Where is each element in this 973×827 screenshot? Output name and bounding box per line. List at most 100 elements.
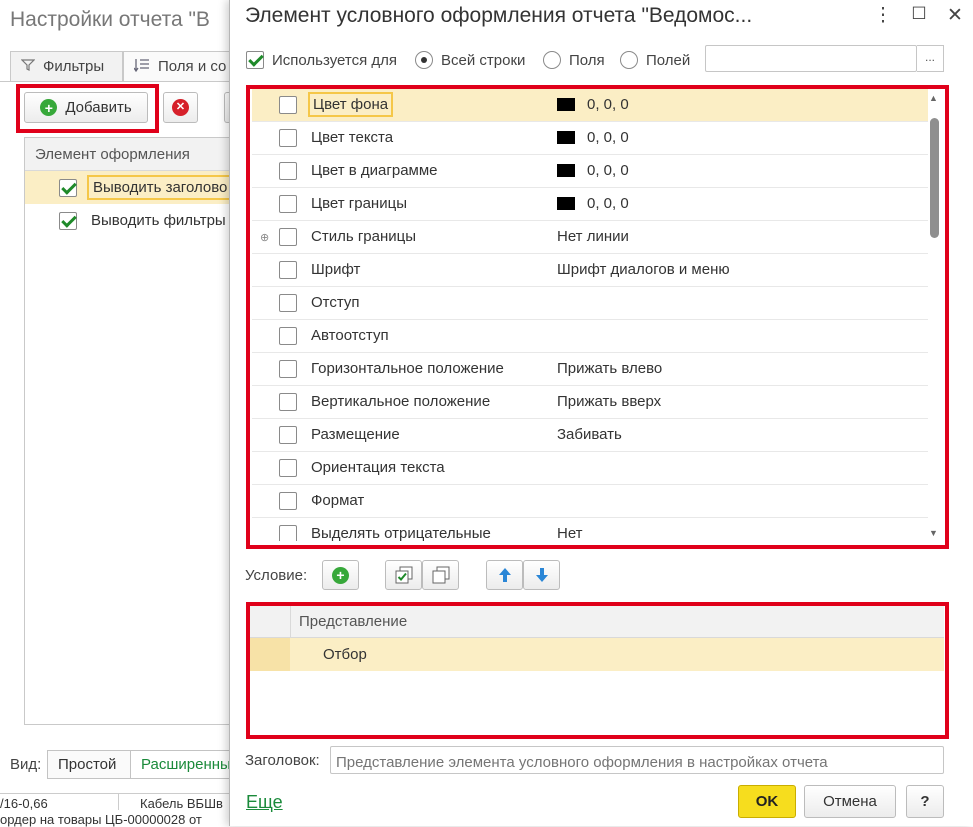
property-value[interactable]: 0, 0, 0 bbox=[557, 129, 629, 146]
add-condition-button[interactable]: + bbox=[322, 560, 359, 590]
more-vert-icon[interactable]: ⋮ bbox=[871, 4, 895, 27]
property-value[interactable]: Прижать влево bbox=[557, 360, 662, 377]
condition-row-text: Отбор bbox=[323, 646, 367, 663]
scope-all-rows[interactable]: Всей строки bbox=[415, 51, 525, 69]
property-value[interactable]: 0, 0, 0 bbox=[557, 162, 629, 179]
property-value[interactable]: Шрифт диалогов и меню bbox=[557, 261, 730, 278]
property-row-auto-indent[interactable]: Автоотступ bbox=[252, 320, 928, 353]
expand-plus-icon[interactable]: ⊕ bbox=[260, 231, 269, 244]
row-checkbox[interactable] bbox=[59, 178, 77, 197]
arrow-down-icon bbox=[535, 568, 548, 582]
row-checkbox[interactable] bbox=[59, 211, 77, 230]
property-checkbox[interactable] bbox=[279, 294, 297, 312]
scroll-up-icon[interactable]: ▲ bbox=[929, 93, 938, 103]
scope-field[interactable]: Поля bbox=[543, 51, 605, 69]
cancel-button[interactable]: Отмена bbox=[804, 785, 896, 818]
property-checkbox[interactable] bbox=[279, 492, 297, 510]
maximize-icon[interactable]: ☐ bbox=[907, 4, 931, 24]
property-name: Вертикальное положение bbox=[311, 393, 491, 410]
property-row-text-orientation[interactable]: Ориентация текста bbox=[252, 452, 928, 485]
property-row-font[interactable]: Шрифт Шрифт диалогов и меню bbox=[252, 254, 928, 287]
property-row-highlight-negative[interactable]: Выделять отрицательные Нет bbox=[252, 518, 928, 541]
property-value[interactable]: Нет bbox=[557, 525, 583, 541]
scope-fields[interactable]: Полей bbox=[620, 51, 690, 69]
properties-list[interactable]: Цвет фона 0, 0, 0 Цвет текста 0, 0, 0 Цв… bbox=[252, 89, 942, 541]
scope-fields-radio[interactable] bbox=[620, 51, 638, 69]
property-value[interactable]: 0, 0, 0 bbox=[557, 195, 629, 212]
property-row-background-color[interactable]: Цвет фона 0, 0, 0 bbox=[252, 89, 928, 122]
uncheck-all-button[interactable] bbox=[422, 560, 459, 590]
fields-input[interactable] bbox=[705, 45, 917, 72]
scope-all-rows-radio[interactable] bbox=[415, 51, 433, 69]
design-elements-header: Элемент оформления bbox=[25, 138, 243, 171]
property-checkbox[interactable] bbox=[279, 129, 297, 147]
table-row[interactable]: Отбор bbox=[250, 638, 944, 671]
scope-fields-label: Полей bbox=[646, 51, 691, 69]
close-icon[interactable]: ✕ bbox=[943, 4, 967, 27]
property-checkbox[interactable] bbox=[279, 525, 297, 541]
property-checkbox[interactable] bbox=[279, 393, 297, 411]
property-row-chart-color[interactable]: Цвет в диаграмме 0, 0, 0 bbox=[252, 155, 928, 188]
delete-button[interactable]: ✕ bbox=[163, 92, 198, 123]
property-name: Формат bbox=[311, 492, 365, 509]
help-button[interactable]: ? bbox=[906, 785, 944, 818]
column-header-representation[interactable]: Представление bbox=[290, 606, 407, 638]
ok-button[interactable]: OK bbox=[738, 785, 796, 818]
used-for-check[interactable] bbox=[246, 51, 264, 69]
move-down-button[interactable] bbox=[523, 560, 560, 590]
view-simple-button[interactable]: Простой bbox=[47, 750, 131, 779]
property-row-border-color[interactable]: Цвет границы 0, 0, 0 bbox=[252, 188, 928, 221]
property-checkbox[interactable] bbox=[279, 162, 297, 180]
table-row[interactable]: Выводить заголово bbox=[25, 171, 243, 204]
add-button[interactable]: + Добавить bbox=[24, 92, 148, 123]
property-value[interactable]: Прижать вверх bbox=[557, 393, 661, 410]
check-all-button[interactable] bbox=[385, 560, 422, 590]
scrollbar-thumb[interactable] bbox=[930, 118, 939, 238]
fields-select-button[interactable]: ... bbox=[917, 45, 944, 72]
property-value[interactable]: 0, 0, 0 bbox=[557, 96, 629, 113]
more-link[interactable]: Еще bbox=[246, 792, 283, 813]
property-value[interactable]: Забивать bbox=[557, 426, 622, 443]
property-name: Ориентация текста bbox=[311, 459, 445, 476]
scope-field-radio[interactable] bbox=[543, 51, 561, 69]
dialog-title: Элемент условного оформления отчета "Вед… bbox=[245, 4, 753, 27]
header-input[interactable] bbox=[330, 746, 944, 774]
scroll-down-icon[interactable]: ▼ bbox=[929, 528, 938, 538]
tab-fields[interactable]: Поля и со bbox=[123, 51, 240, 81]
row-label: Выводить заголово bbox=[87, 175, 234, 200]
property-checkbox[interactable] bbox=[279, 426, 297, 444]
tab-filters[interactable]: Фильтры bbox=[10, 51, 123, 81]
plus-icon: + bbox=[40, 99, 58, 116]
property-checkbox[interactable] bbox=[279, 228, 297, 246]
property-checkbox[interactable] bbox=[279, 360, 297, 378]
used-for-checkbox[interactable]: Используется для bbox=[246, 51, 397, 69]
add-button-label: Добавить bbox=[65, 99, 132, 116]
property-value[interactable]: Нет линии bbox=[557, 228, 629, 245]
condition-table[interactable]: Представление Отбор bbox=[250, 606, 944, 734]
property-row-vertical-align[interactable]: Вертикальное положение Прижать вверх bbox=[252, 386, 928, 419]
plus-icon: + bbox=[332, 566, 349, 584]
property-row-indent[interactable]: Отступ bbox=[252, 287, 928, 320]
property-name: Цвет в диаграмме bbox=[311, 162, 438, 179]
property-name: Отступ bbox=[311, 294, 360, 311]
property-value-text: 0, 0, 0 bbox=[587, 195, 629, 212]
property-checkbox[interactable] bbox=[279, 327, 297, 345]
table-row[interactable]: Выводить фильтры bbox=[25, 204, 243, 237]
view-extended-button[interactable]: Расширенны bbox=[130, 750, 240, 779]
row-marker bbox=[250, 638, 290, 671]
property-checkbox[interactable] bbox=[279, 96, 297, 114]
property-row-border-style[interactable]: ⊕ Стиль границы Нет линии bbox=[252, 221, 928, 254]
check-all-icon bbox=[395, 566, 412, 584]
move-up-button[interactable] bbox=[486, 560, 523, 590]
property-name: Шрифт bbox=[311, 261, 361, 278]
uncheck-all-icon bbox=[432, 566, 449, 584]
property-row-horizontal-align[interactable]: Горизонтальное положение Прижать влево bbox=[252, 353, 928, 386]
property-row-format[interactable]: Формат bbox=[252, 485, 928, 518]
property-row-placement[interactable]: Размещение Забивать bbox=[252, 419, 928, 452]
filter-icon bbox=[20, 58, 36, 75]
color-swatch bbox=[557, 164, 575, 177]
property-row-text-color[interactable]: Цвет текста 0, 0, 0 bbox=[252, 122, 928, 155]
property-checkbox[interactable] bbox=[279, 261, 297, 279]
property-checkbox[interactable] bbox=[279, 459, 297, 477]
property-checkbox[interactable] bbox=[279, 195, 297, 213]
